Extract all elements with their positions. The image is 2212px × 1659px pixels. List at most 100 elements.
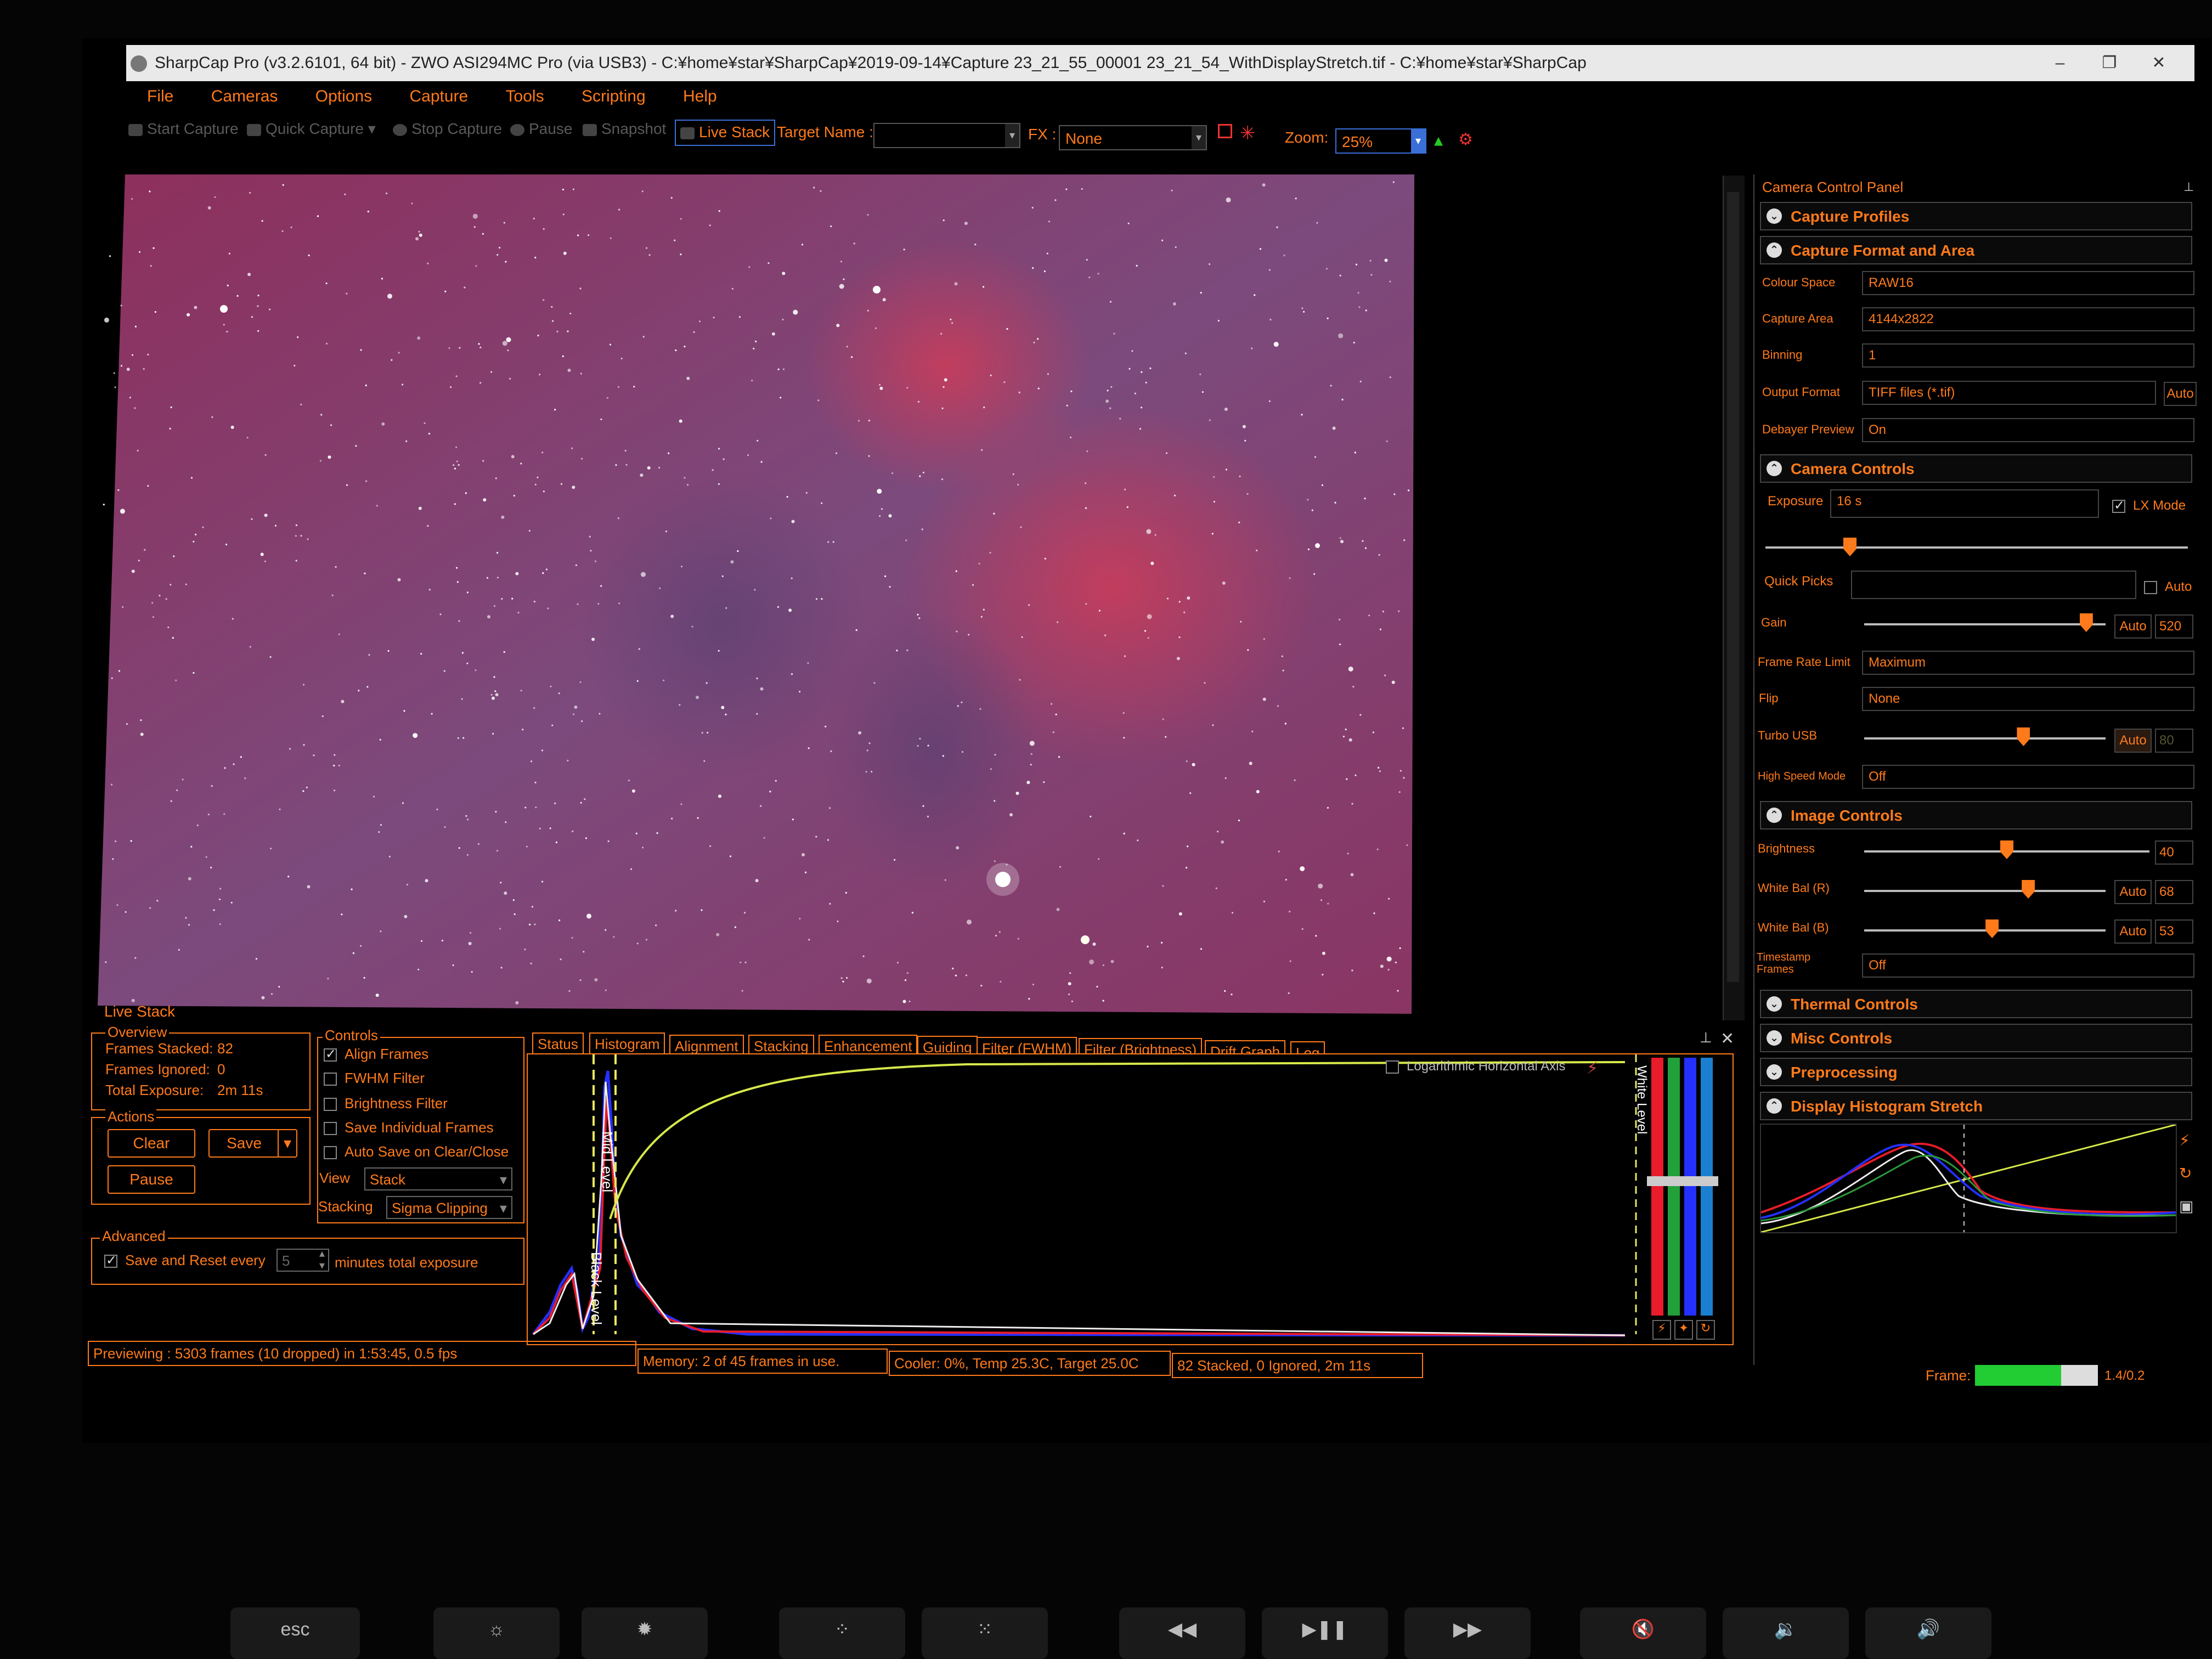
zoom-select[interactable]: 25% ▾ xyxy=(1335,128,1426,154)
blue-level-bar[interactable] xyxy=(1684,1058,1696,1316)
turbo-usb-slider[interactable] xyxy=(1864,737,2106,740)
lightning-icon[interactable]: ⚡ xyxy=(1652,1320,1671,1340)
scrollbar-thumb[interactable] xyxy=(1727,192,1739,982)
pin-icon[interactable]: ⊥ xyxy=(1700,1029,1712,1046)
chevron-down-icon[interactable]: ▾ xyxy=(1411,129,1425,153)
exposure-slider[interactable] xyxy=(1765,546,2188,549)
preview-image-area[interactable] xyxy=(98,174,1414,1014)
section-capture-format[interactable]: ⌃ Capture Format and Area xyxy=(1760,236,2192,264)
turbo-usb-slider-thumb[interactable] xyxy=(2017,727,2030,746)
white-bal-r-slider-thumb[interactable] xyxy=(2022,880,2035,899)
checkbox[interactable] xyxy=(324,1098,337,1111)
frame-rate-select[interactable]: Maximum xyxy=(1862,651,2194,675)
menu-capture[interactable]: Capture xyxy=(409,82,468,111)
section-capture-profiles[interactable]: ⌄ Capture Profiles xyxy=(1760,202,2192,230)
save-icon[interactable]: ▣ xyxy=(2179,1197,2193,1215)
tab-histogram[interactable]: Histogram xyxy=(589,1032,665,1054)
pin-icon[interactable]: ⊥ xyxy=(2183,180,2194,194)
reticule-icon[interactable] xyxy=(1218,124,1232,138)
cross-icon[interactable]: ✳ xyxy=(1240,121,1256,146)
save-individual-checkbox[interactable]: Save Individual Frames xyxy=(324,1119,494,1136)
white-bal-r-slider[interactable] xyxy=(1864,890,2106,892)
quick-picks-select[interactable] xyxy=(1851,571,2136,599)
histogram-graph[interactable] xyxy=(528,1054,1733,1344)
view-select[interactable]: Stack ▾ xyxy=(364,1167,512,1190)
close-panel-icon[interactable]: ✕ xyxy=(1720,1029,1734,1048)
gain-slider-thumb[interactable] xyxy=(2079,613,2093,632)
lum-level-bar[interactable] xyxy=(1701,1058,1713,1316)
save-reset-checkbox[interactable]: Save and Reset every xyxy=(104,1252,266,1269)
level-handle[interactable] xyxy=(1647,1176,1718,1186)
lightning-icon[interactable]: ⚡ xyxy=(2179,1131,2190,1149)
log-axis-checkbox[interactable]: Logarithmic Horizontal Axis xyxy=(1386,1059,1565,1074)
reset-icon[interactable]: ↻ xyxy=(1696,1320,1715,1340)
maximize-button[interactable]: ❐ xyxy=(2085,45,2134,81)
save-dropdown-button[interactable]: ▾ xyxy=(278,1129,297,1158)
stacking-select[interactable]: Sigma Clipping ▾ xyxy=(386,1196,512,1219)
fx-select[interactable]: None ▾ xyxy=(1059,125,1207,150)
chevron-down-icon[interactable]: ▾ xyxy=(1192,126,1206,149)
gain-slider[interactable] xyxy=(1864,623,2106,625)
capture-area-select[interactable]: 4144x2822 xyxy=(1862,307,2194,331)
section-camera-controls[interactable]: ⌃ Camera Controls xyxy=(1760,454,2192,483)
menu-scripting[interactable]: Scripting xyxy=(582,82,646,111)
menu-cameras[interactable]: Cameras xyxy=(211,82,278,111)
white-bal-b-value[interactable]: 53 xyxy=(2155,919,2193,944)
auto-stretch-icon[interactable]: ⚡ xyxy=(1587,1059,1598,1078)
pause-button[interactable]: Pause xyxy=(510,116,572,142)
section-display-stretch[interactable]: ⌃ Display Histogram Stretch xyxy=(1760,1092,2192,1120)
white-bal-r-auto-button[interactable]: Auto xyxy=(2114,880,2152,904)
start-capture-button[interactable]: Start Capture xyxy=(128,116,239,142)
display-stretch-graph[interactable] xyxy=(1760,1124,2177,1233)
checkbox[interactable] xyxy=(324,1122,337,1136)
flip-select[interactable]: None xyxy=(1862,687,2194,711)
star-icon[interactable]: ✦ xyxy=(1674,1320,1693,1340)
green-level-bar[interactable] xyxy=(1668,1058,1680,1316)
menu-options[interactable]: Options xyxy=(315,82,372,111)
reset-icon[interactable]: ↻ xyxy=(2179,1164,2192,1182)
target-name-input[interactable]: ▾ xyxy=(873,123,1020,148)
gain-value[interactable]: 520 xyxy=(2155,614,2193,639)
high-speed-mode-select[interactable]: Off xyxy=(1862,765,2194,789)
output-format-select[interactable]: TIFF files (*.tif) xyxy=(1862,381,2156,405)
section-preprocessing[interactable]: ⌄ Preprocessing xyxy=(1760,1058,2192,1086)
output-auto-button[interactable]: Auto xyxy=(2164,382,2197,406)
section-misc-controls[interactable]: ⌄ Misc Controls xyxy=(1760,1024,2192,1052)
stepper-arrows-icon[interactable]: ▴ ▾ xyxy=(319,1248,325,1272)
checkbox[interactable] xyxy=(2112,498,2125,514)
chevron-down-icon[interactable]: ▾ xyxy=(1005,124,1019,147)
pause-stack-button[interactable]: Pause xyxy=(108,1165,195,1194)
tab-status[interactable]: Status xyxy=(532,1032,584,1054)
fwhm-filter-checkbox[interactable]: FWHM Filter xyxy=(324,1070,425,1087)
section-image-controls[interactable]: ⌃ Image Controls xyxy=(1760,801,2192,830)
timestamp-select[interactable]: Off xyxy=(1862,953,2194,978)
histogram-icon[interactable]: ▴ xyxy=(1434,127,1443,153)
lx-mode-checkbox[interactable]: LX Mode xyxy=(2112,498,2186,514)
red-level-bar[interactable] xyxy=(1651,1058,1663,1316)
vertical-scrollbar[interactable] xyxy=(1723,176,1745,1020)
snapshot-button[interactable]: Snapshot xyxy=(583,116,666,142)
menu-file[interactable]: File xyxy=(147,82,173,111)
clear-button[interactable]: Clear xyxy=(108,1129,195,1158)
white-bal-r-value[interactable]: 68 xyxy=(2155,880,2193,904)
turbo-auto-button[interactable]: Auto xyxy=(2114,729,2152,753)
auto-save-checkbox[interactable]: Auto Save on Clear/Close xyxy=(324,1143,509,1160)
quick-capture-button[interactable]: Quick Capture ▾ xyxy=(247,116,376,142)
white-bal-b-slider[interactable] xyxy=(1864,929,2106,932)
checkbox[interactable] xyxy=(1386,1060,1399,1074)
stop-capture-button[interactable]: Stop Capture xyxy=(393,116,502,142)
close-button[interactable]: ✕ xyxy=(2134,45,2183,81)
brightness-filter-checkbox[interactable]: Brightness Filter xyxy=(324,1095,448,1112)
minutes-stepper[interactable]: 5 ▴ ▾ xyxy=(276,1248,329,1272)
exposure-input[interactable]: 16 s xyxy=(1830,489,2099,518)
minimize-button[interactable]: – xyxy=(2035,45,2085,81)
exposure-slider-thumb[interactable] xyxy=(1843,538,1857,556)
quick-auto-checkbox[interactable]: Auto xyxy=(2144,579,2192,595)
white-bal-b-auto-button[interactable]: Auto xyxy=(2114,919,2152,944)
brightness-slider-thumb[interactable] xyxy=(2000,840,2013,859)
turbo-value[interactable]: 80 xyxy=(2155,729,2193,753)
menu-tools[interactable]: Tools xyxy=(506,82,544,111)
checkbox[interactable] xyxy=(324,1146,337,1160)
align-frames-checkbox[interactable]: Align Frames xyxy=(324,1046,428,1063)
debayer-select[interactable]: On xyxy=(1862,418,2194,442)
